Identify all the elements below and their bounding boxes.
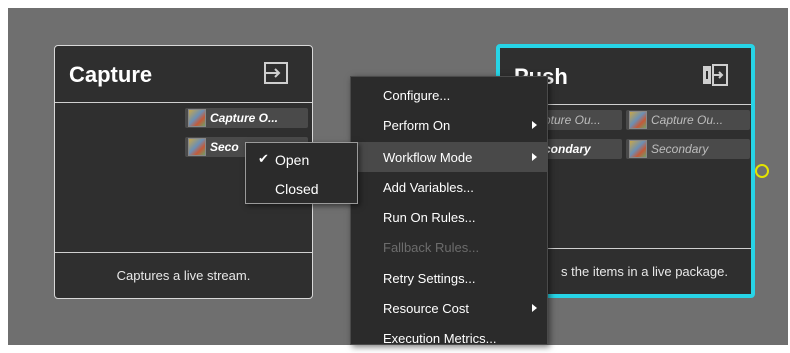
menu-item-label: Resource Cost bbox=[383, 300, 469, 316]
submenu-arrow-icon bbox=[532, 121, 537, 129]
port-label: Capture Ou... bbox=[651, 113, 724, 127]
port-label: Capture O... bbox=[210, 111, 279, 125]
capture-node-header: Capture bbox=[55, 46, 312, 103]
checkmark-icon: ✔ bbox=[258, 151, 269, 166]
push-output-port[interactable]: Capture Ou... bbox=[626, 110, 750, 130]
menu-item-label: Add Variables... bbox=[383, 179, 474, 195]
port-label: Secondary bbox=[651, 142, 709, 156]
menu-item-label: Run On Rules... bbox=[383, 209, 476, 225]
push-description-text: s the items in a live package. bbox=[561, 264, 728, 279]
menu-item-label: Fallback Rules... bbox=[383, 239, 480, 255]
menu-item-configure[interactable]: Configure... bbox=[351, 80, 547, 110]
media-port-icon bbox=[629, 140, 647, 158]
menu-item-label: Retry Settings... bbox=[383, 270, 476, 286]
menu-item-workflow-mode[interactable]: Workflow Mode bbox=[351, 142, 547, 172]
menu-item-label: Workflow Mode bbox=[383, 149, 473, 165]
push-package-icon bbox=[703, 64, 728, 86]
media-port-icon bbox=[188, 109, 206, 127]
capture-output-port[interactable]: Capture O... bbox=[185, 108, 308, 128]
menu-item-fallback-rules: Fallback Rules... bbox=[351, 232, 547, 262]
workflow-mode-submenu: ✔ Open Closed bbox=[245, 142, 358, 204]
context-menu: Configure... Perform On Workflow Mode Ad… bbox=[350, 76, 548, 346]
menu-item-retry-settings[interactable]: Retry Settings... bbox=[351, 263, 547, 293]
menu-item-resource-cost[interactable]: Resource Cost bbox=[351, 293, 547, 323]
output-connector-handle[interactable] bbox=[755, 164, 769, 178]
submenu-arrow-icon bbox=[532, 153, 537, 161]
menu-item-label: Configure... bbox=[383, 87, 451, 103]
menu-item-label: Perform On bbox=[383, 117, 451, 133]
submenu-arrow-icon bbox=[532, 304, 537, 312]
export-box-icon bbox=[264, 62, 288, 84]
menu-item-add-variables[interactable]: Add Variables... bbox=[351, 172, 547, 202]
media-port-icon bbox=[188, 138, 206, 156]
menu-item-run-on-rules[interactable]: Run On Rules... bbox=[351, 202, 547, 232]
media-port-icon bbox=[629, 111, 647, 129]
capture-node-title: Capture bbox=[69, 62, 153, 87]
capture-node-description: Captures a live stream. bbox=[55, 252, 312, 298]
menu-item-execution-metrics[interactable]: Execution Metrics... bbox=[351, 323, 547, 353]
submenu-item-closed[interactable]: Closed bbox=[246, 175, 357, 203]
submenu-item-label: Closed bbox=[275, 181, 319, 197]
push-secondary-port[interactable]: Secondary bbox=[626, 139, 750, 159]
menu-item-perform-on[interactable]: Perform On bbox=[351, 110, 547, 140]
menu-item-label: Execution Metrics... bbox=[383, 330, 497, 346]
port-label: Seco bbox=[210, 140, 239, 154]
submenu-item-open[interactable]: ✔ Open bbox=[246, 146, 357, 174]
submenu-item-label: Open bbox=[275, 152, 310, 168]
